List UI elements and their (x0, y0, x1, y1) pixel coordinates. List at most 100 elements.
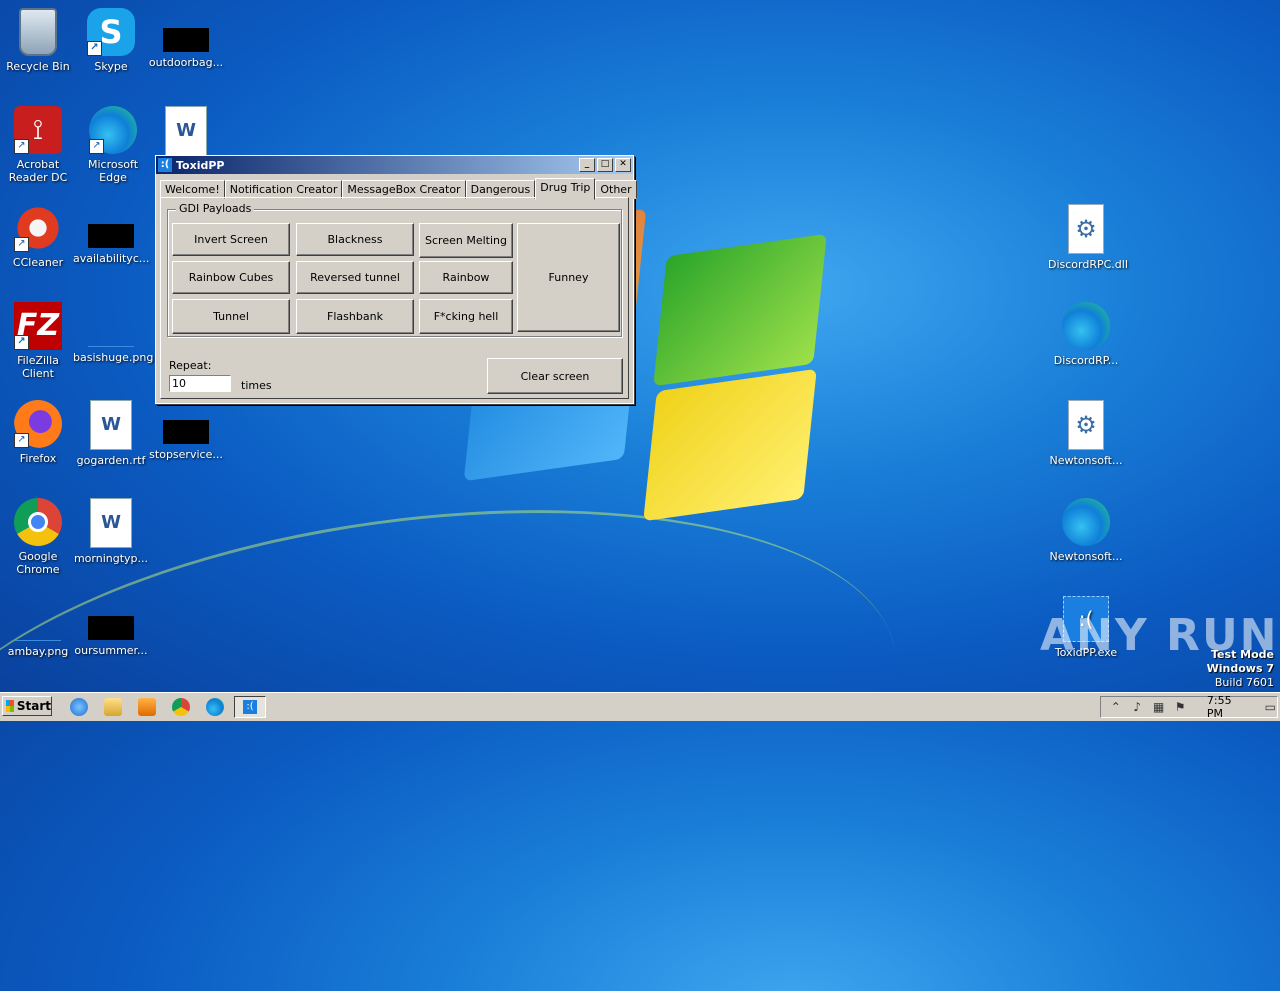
desktop-icon-newtonsoft-dll[interactable]: ⚙ Newtonsoft... (1048, 400, 1124, 467)
desktop-icon-ambay[interactable]: ambay.png (0, 596, 76, 658)
repeat-count-input[interactable]: 10 (169, 375, 231, 392)
desktop-icon-word-doc[interactable]: W (148, 106, 224, 160)
funney-button[interactable]: Funney (517, 223, 620, 332)
rainbow-button[interactable]: Rainbow (419, 261, 513, 294)
desktop-icon-filezilla[interactable]: FZ ↗ FileZilla Client (0, 302, 76, 380)
desktop-icon-outdoorbag[interactable]: outdoorbag... (148, 8, 224, 69)
desktop-icon-label: outdoorbag... (148, 56, 224, 69)
desktop-icon-gogarden[interactable]: W gogarden.rtf (73, 400, 149, 467)
desktop-icon-label: Recycle Bin (6, 60, 70, 73)
desktop-icon-label: Google Chrome (16, 550, 60, 576)
skype-icon: S ↗ (87, 8, 135, 56)
desktop-icon-chrome[interactable]: Google Chrome (0, 498, 76, 576)
desktop-icon-oursummer[interactable]: oursummer... (73, 596, 149, 657)
desktop-icon-label: ambay.png (7, 645, 69, 658)
edge-icon[interactable] (206, 698, 224, 716)
firefox-icon: ↗ (14, 400, 62, 448)
dll-file-icon: ⚙ (1068, 204, 1104, 254)
group-title: GDI Payloads (176, 202, 255, 215)
media-player-icon[interactable] (138, 698, 156, 716)
image-file-icon (15, 616, 61, 641)
desktop-icon-skype[interactable]: S ↗ Skype (73, 8, 149, 73)
word-document-icon: W (90, 498, 132, 548)
desktop-icon-newtonsoft[interactable]: Newtonsoft... (1048, 498, 1124, 563)
clear-screen-button[interactable]: Clear screen (487, 358, 623, 394)
volume-icon[interactable]: ♪ (1130, 700, 1143, 714)
gdi-payloads-group: GDI Payloads Invert Screen Blackness Scr… (167, 202, 622, 337)
title-bar[interactable]: :( ToxidPP _ □ ✕ (156, 156, 633, 174)
ie-icon[interactable] (70, 698, 88, 716)
taskbar: Start :( ⌃ ♪ ▦ ⚑ 7:55 PM ▭ (0, 692, 1280, 721)
word-document-icon: W (165, 106, 207, 156)
redacted-file-icon (88, 616, 134, 640)
desktop-icon-morningtyp[interactable]: W morningtyp... (73, 498, 149, 565)
tunnel-button[interactable]: Tunnel (172, 299, 290, 334)
desktop-icon-label: gogarden.rtf (76, 454, 146, 467)
watermark-line-1: Test Mode (1211, 648, 1274, 661)
shortcut-arrow-icon: ↗ (89, 139, 104, 154)
redacted-file-icon (163, 28, 209, 52)
windows-flag-icon (6, 700, 14, 712)
desktop-icon-acrobat[interactable]: ⟟ ↗ Acrobat Reader DC (0, 106, 76, 184)
desktop-icon-stopservice[interactable]: stopservice... (148, 400, 224, 461)
edge-icon: ↗ (89, 106, 137, 154)
rainbow-cubes-button[interactable]: Rainbow Cubes (172, 261, 290, 294)
desktop-icon-availability[interactable]: availabilityc... (73, 204, 149, 265)
edge-icon (1062, 498, 1110, 546)
clock[interactable]: 7:55 PM (1207, 694, 1250, 720)
toxidpp-window: :( ToxidPP _ □ ✕ Welcome! Notification C… (155, 155, 637, 404)
tab-drug-trip[interactable]: Drug Trip (535, 178, 596, 200)
shortcut-arrow-icon: ↗ (14, 335, 29, 350)
fcking-hell-button[interactable]: F*cking hell (419, 299, 513, 334)
desktop-icon-label: Newtonsoft... (1049, 550, 1123, 563)
test-mode-watermark: Test Mode Windows 7 Build 7601 (1207, 648, 1274, 690)
desktop-icon-label: stopservice... (149, 448, 223, 461)
times-label: times (241, 379, 272, 392)
desktop-icon-label: DiscordRPC.dll (1048, 258, 1128, 271)
system-tray: ⌃ ♪ ▦ ⚑ 7:55 PM ▭ (1100, 694, 1278, 720)
screen-melting-button[interactable]: Screen Melting (419, 223, 513, 258)
desktop-icon-recycle-bin[interactable]: Recycle Bin (0, 8, 76, 73)
desktop-icon-basishuge[interactable]: basishuge.png (73, 302, 154, 364)
drug-trip-panel: GDI Payloads Invert Screen Blackness Scr… (160, 197, 629, 399)
network-icon[interactable]: ▦ (1152, 700, 1165, 714)
chrome-icon[interactable] (172, 698, 190, 716)
desktop-icon-label: Skype (94, 60, 128, 73)
redacted-file-icon (163, 420, 209, 444)
close-button[interactable]: ✕ (615, 158, 631, 172)
explorer-icon[interactable] (104, 698, 122, 716)
show-hidden-icon[interactable]: ⌃ (1109, 700, 1122, 714)
reversed-tunnel-button[interactable]: Reversed tunnel (296, 261, 414, 294)
shortcut-arrow-icon: ↗ (14, 139, 29, 154)
show-desktop-icon[interactable]: ▭ (1264, 700, 1277, 714)
acrobat-icon: ⟟ ↗ (14, 106, 62, 154)
desktop-icon-firefox[interactable]: ↗ Firefox (0, 400, 76, 465)
desktop-icon-label: oursummer... (74, 644, 148, 657)
recycle-bin-icon (19, 8, 57, 56)
start-button[interactable]: Start (2, 696, 52, 716)
desktop-icon-ccleaner[interactable]: ↗ CCleaner (0, 204, 76, 269)
desktop-icon-label: Newtonsoft... (1049, 454, 1123, 467)
action-center-flag-icon[interactable]: ⚑ (1173, 700, 1186, 714)
desktop-icon-discordrpc-dll[interactable]: ⚙ DiscordRPC.dll (1048, 204, 1128, 271)
desktop-icon-discordrp[interactable]: DiscordRP... (1048, 302, 1124, 367)
desktop-icon-label: basishuge.png (73, 351, 154, 364)
desktop-icon-label: Microsoft Edge (87, 158, 139, 184)
shortcut-arrow-icon: ↗ (87, 41, 102, 56)
edge-icon (1062, 302, 1110, 350)
watermark-line-3: Build 7601 (1214, 676, 1274, 689)
desktop-icon-label: availabilityc... (73, 252, 150, 265)
desktop-icon-label: FileZilla Client (17, 354, 59, 380)
start-label: Start (16, 699, 51, 713)
invert-screen-button[interactable]: Invert Screen (172, 223, 290, 256)
maximize-button[interactable]: □ (597, 158, 613, 172)
logo-pane-green (653, 233, 827, 387)
blackness-button[interactable]: Blackness (296, 223, 414, 256)
word-document-icon: W (90, 400, 132, 450)
toxidpp-task-icon: :( (243, 700, 257, 714)
flashbank-button[interactable]: Flashbank (296, 299, 414, 334)
desktop-icon-edge[interactable]: ↗ Microsoft Edge (73, 106, 153, 184)
taskbar-toxidpp-button[interactable]: :( (234, 696, 266, 718)
desktop-icon-label: morningtyp... (73, 552, 149, 565)
minimize-button[interactable]: _ (579, 158, 595, 172)
